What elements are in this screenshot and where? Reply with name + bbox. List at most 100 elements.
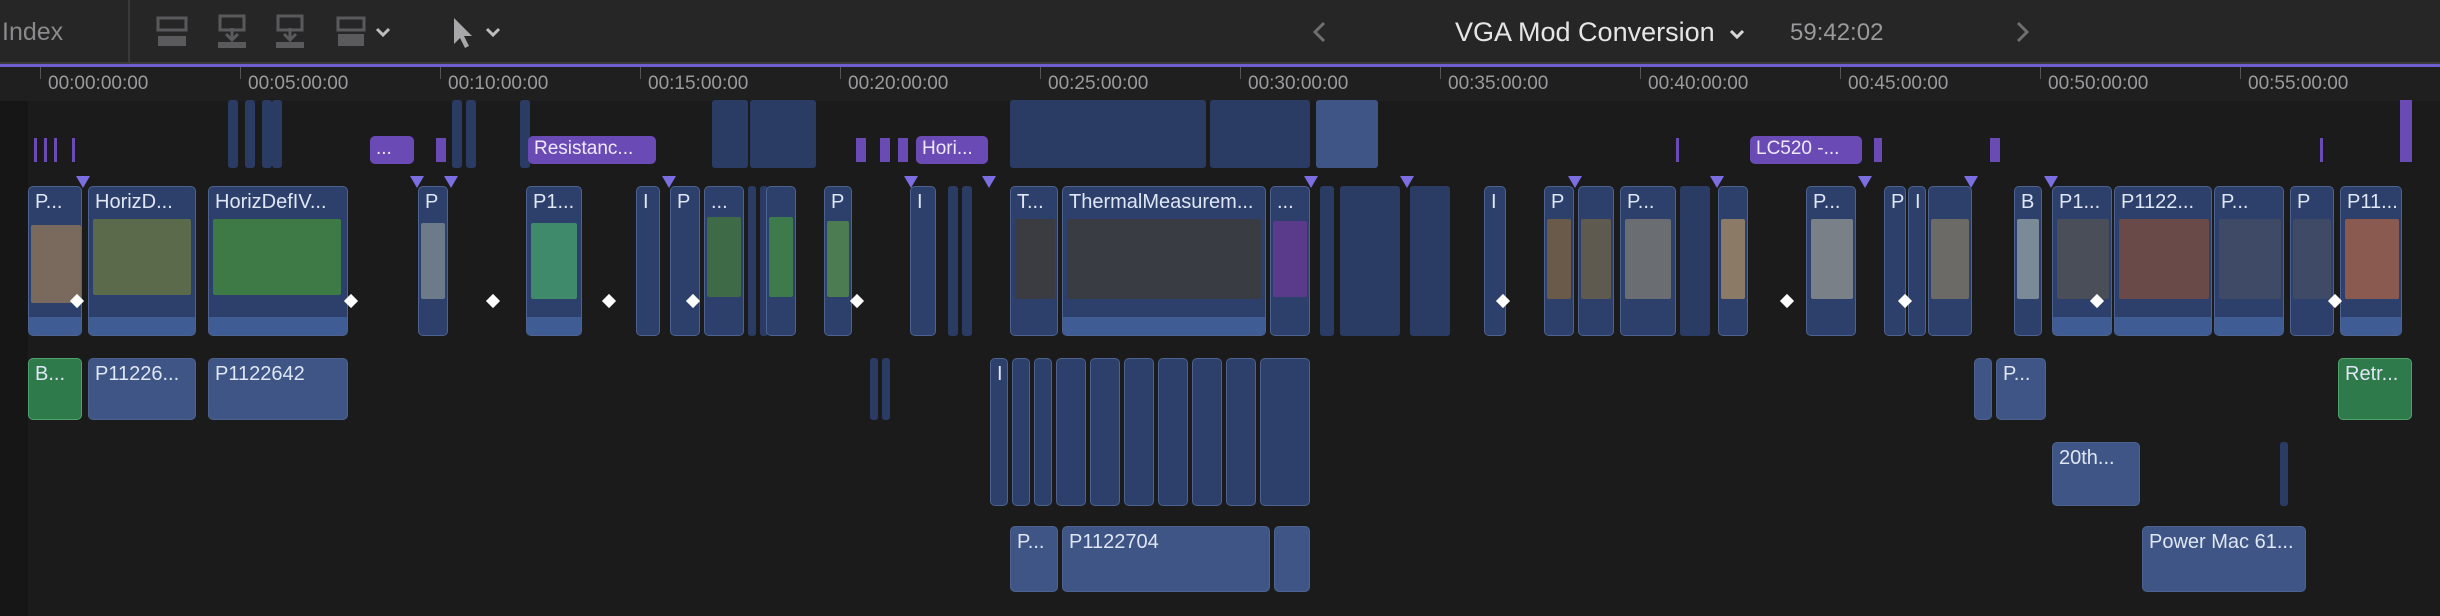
connected-clip[interactable]: P... (1996, 358, 2046, 420)
connected-clip[interactable] (228, 100, 238, 168)
marker-icon[interactable] (982, 176, 996, 188)
title-clip[interactable] (2320, 138, 2323, 162)
insert-below-icon[interactable] (272, 14, 308, 50)
primary-clip[interactable]: P (1884, 186, 1906, 336)
primary-clip[interactable] (948, 186, 958, 336)
primary-clip[interactable]: I (1908, 186, 1926, 336)
primary-clip[interactable] (962, 186, 972, 336)
primary-clip[interactable]: P (824, 186, 852, 336)
title-clip[interactable] (880, 138, 890, 162)
primary-clip[interactable] (1578, 186, 1614, 336)
tool-chevron-icon[interactable] (482, 14, 504, 50)
connected-clip[interactable] (870, 358, 878, 420)
dropdown-chevron-icon[interactable] (372, 14, 394, 50)
title-clip[interactable] (34, 138, 37, 162)
primary-clip[interactable]: HorizDefIV... (208, 186, 348, 336)
primary-clip[interactable]: I (1484, 186, 1506, 336)
select-tool-icon[interactable] (446, 14, 482, 50)
index-button[interactable]: Index (0, 0, 130, 62)
connected-clip[interactable] (272, 100, 282, 168)
title-clip[interactable]: Resistanc... (528, 136, 656, 164)
connected-clip[interactable] (882, 358, 890, 420)
primary-clip[interactable] (1680, 186, 1710, 336)
connected-clip[interactable]: 20th... (2052, 442, 2140, 506)
connected-clip[interactable] (452, 100, 462, 168)
marker-icon[interactable] (1858, 176, 1872, 188)
primary-clip[interactable]: P... (1620, 186, 1676, 336)
connected-clip[interactable] (1260, 358, 1310, 506)
primary-clip[interactable]: ... (1270, 186, 1310, 336)
connected-clip[interactable] (712, 100, 748, 168)
connected-clip[interactable]: P11226... (88, 358, 196, 420)
primary-clip[interactable] (766, 186, 796, 336)
project-menu-chevron-icon[interactable] (1726, 23, 1748, 45)
connected-clip[interactable] (245, 100, 255, 168)
primary-clip[interactable]: P... (2214, 186, 2284, 336)
primary-clip[interactable]: ThermalMeasurem... (1062, 186, 1266, 336)
connected-clip[interactable] (1056, 358, 1086, 506)
overwrite-icon[interactable] (334, 14, 370, 50)
title-clip[interactable] (1676, 138, 1679, 162)
connected-clip[interactable] (750, 100, 816, 168)
primary-clip[interactable]: T... (1010, 186, 1058, 336)
primary-clip[interactable] (1718, 186, 1748, 336)
title-clip[interactable] (436, 138, 446, 162)
project-title[interactable]: VGA Mod Conversion (1455, 14, 1748, 50)
title-clip[interactable] (54, 138, 57, 162)
primary-clip[interactable] (1928, 186, 1972, 336)
timecode-ruler[interactable]: 00:00:00:00 00:05:00:00 00:10:00:00 00:1… (0, 67, 2440, 101)
connected-clip[interactable] (1192, 358, 1222, 506)
primary-clip[interactable]: P11... (2340, 186, 2402, 336)
connected-clip[interactable]: P... (1010, 526, 1058, 592)
title-clip[interactable] (2400, 100, 2412, 162)
connected-clip[interactable] (1974, 358, 1992, 420)
connected-clip[interactable] (1226, 358, 1256, 506)
previous-arrow-icon[interactable] (1305, 14, 1335, 50)
primary-clip[interactable] (1320, 186, 1334, 336)
primary-clip[interactable] (748, 186, 756, 336)
primary-clip[interactable]: P... (28, 186, 82, 336)
primary-clip[interactable]: P (670, 186, 700, 336)
title-clip[interactable] (44, 138, 47, 162)
connected-clip[interactable] (2280, 442, 2288, 506)
connected-clip[interactable]: Power Mac 61... (2142, 526, 2306, 592)
primary-clip[interactable]: P (418, 186, 448, 336)
primary-clip[interactable]: P1... (526, 186, 582, 336)
title-clip[interactable] (898, 138, 908, 162)
connected-clip[interactable] (1124, 358, 1154, 506)
connected-clip[interactable]: P1122642 (208, 358, 348, 420)
primary-clip[interactable]: B (2014, 186, 2042, 336)
connected-clip[interactable] (1274, 526, 1310, 592)
title-clip[interactable] (1990, 138, 2000, 162)
primary-clip[interactable]: P (2290, 186, 2334, 336)
connected-clip[interactable] (1090, 358, 1120, 506)
primary-clip[interactable]: P1... (2052, 186, 2112, 336)
primary-clip[interactable] (1340, 186, 1400, 336)
append-below-icon[interactable] (214, 14, 250, 50)
next-arrow-icon[interactable] (2007, 14, 2037, 50)
title-clip[interactable]: Hori... (916, 136, 988, 164)
title-clip[interactable]: LC520 -... (1750, 136, 1862, 164)
title-clip[interactable] (856, 138, 866, 162)
connected-clip[interactable] (1316, 100, 1378, 168)
primary-clip[interactable]: ... (704, 186, 744, 336)
primary-clip[interactable]: P... (1806, 186, 1856, 336)
primary-clip[interactable]: P (1544, 186, 1574, 336)
connected-clip[interactable]: P1122704 (1062, 526, 1270, 592)
connected-clip[interactable] (1210, 100, 1310, 168)
connected-clip[interactable] (1158, 358, 1188, 506)
primary-clip[interactable]: I (636, 186, 660, 336)
audio-clip[interactable]: B... (28, 358, 82, 420)
connected-clip[interactable] (1012, 358, 1030, 506)
primary-clip[interactable] (1410, 186, 1450, 336)
connected-clip[interactable]: I (990, 358, 1008, 506)
title-clip[interactable]: ... (370, 136, 414, 164)
connected-clip[interactable] (1010, 100, 1206, 168)
connected-clip[interactable] (1034, 358, 1052, 506)
audio-clip[interactable]: Retr... (2338, 358, 2412, 420)
title-clip[interactable] (72, 138, 75, 162)
lift-clip-icon[interactable] (154, 14, 190, 50)
primary-clip[interactable]: P1122... (2114, 186, 2212, 336)
primary-clip[interactable]: I (910, 186, 936, 336)
connected-clip[interactable] (466, 100, 476, 168)
